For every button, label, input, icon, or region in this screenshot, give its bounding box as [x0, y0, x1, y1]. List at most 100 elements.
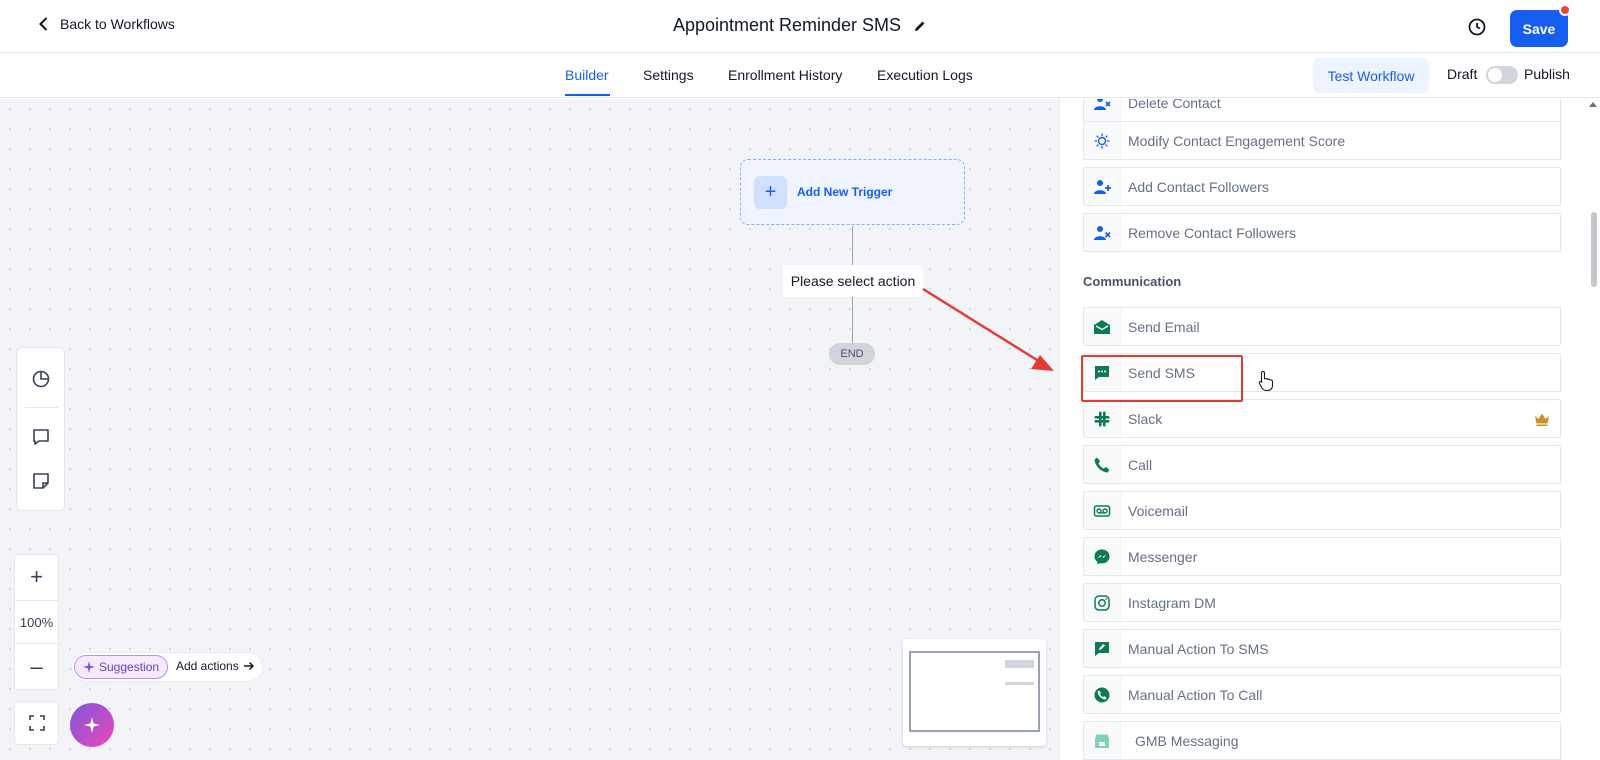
action-send-sms[interactable]: Send SMS [1083, 353, 1561, 392]
plus-icon: + [754, 175, 787, 209]
comment-icon[interactable] [30, 426, 52, 448]
sparkle-icon [83, 661, 95, 673]
zoom-in-button[interactable]: + [15, 555, 58, 599]
connector-line [852, 226, 853, 265]
connector-line [852, 297, 853, 343]
analytics-icon[interactable] [30, 368, 52, 390]
action-label: Slack [1128, 410, 1163, 427]
action-delete-contact[interactable]: Delete Contact [1083, 99, 1561, 122]
zoom-level: 100% [15, 600, 58, 644]
action-label: Messenger [1128, 548, 1198, 565]
action-label: Send SMS [1128, 364, 1195, 381]
add-actions-label: Add actions [176, 659, 239, 673]
gmb-icon [1084, 722, 1121, 759]
action-voicemail[interactable]: Voicemail [1083, 491, 1561, 530]
tab-settings[interactable]: Settings [643, 67, 694, 83]
suggestion-chip[interactable]: Suggestion [74, 655, 169, 679]
manual-call-icon [1084, 676, 1121, 713]
test-workflow-button[interactable]: Test Workflow [1313, 58, 1429, 93]
action-modify-engagement-score[interactable]: Modify Contact Engagement Score [1083, 121, 1561, 160]
action-manual-call[interactable]: Manual Action To Call [1083, 675, 1561, 714]
slack-icon [1084, 400, 1121, 437]
instagram-icon [1084, 584, 1121, 621]
phone-icon [1084, 446, 1121, 483]
toggle-knob [1488, 68, 1502, 82]
action-gmb-messaging[interactable]: GMB Messaging [1083, 721, 1561, 760]
sticky-note-icon[interactable] [30, 470, 52, 492]
history-icon[interactable] [1466, 16, 1488, 38]
messenger-icon [1084, 538, 1121, 575]
expand-icon [28, 715, 45, 731]
fit-view-button[interactable] [14, 701, 59, 745]
minimap[interactable] [903, 639, 1046, 746]
scroll-up-arrow-icon[interactable] [1589, 102, 1597, 107]
user-x-icon [1084, 99, 1121, 121]
select-action-node[interactable]: Please select action [783, 265, 923, 297]
sms-icon [1084, 354, 1121, 391]
action-send-email[interactable]: Send Email [1083, 307, 1561, 346]
publish-toggle[interactable] [1486, 66, 1518, 84]
magic-sparkle-icon [84, 717, 100, 733]
action-label: Instagram DM [1128, 594, 1216, 611]
suggestion-bar: Suggestion Add actions [72, 653, 262, 681]
publish-label: Publish [1524, 66, 1570, 82]
scrollbar-thumb[interactable] [1591, 212, 1597, 287]
action-remove-contact-followers[interactable]: Remove Contact Followers [1083, 213, 1561, 252]
active-tab-indicator [565, 94, 610, 96]
top-header: Back to Workflows Appointment Reminder S… [0, 0, 1600, 53]
action-label: GMB Messaging [1135, 732, 1239, 749]
user-remove-icon [1084, 214, 1121, 251]
zoom-controls: + 100% – [14, 554, 59, 690]
action-label: Delete Contact [1128, 99, 1221, 111]
tab-builder[interactable]: Builder [565, 67, 609, 83]
draft-label: Draft [1447, 66, 1478, 82]
arrow-right-icon [243, 661, 254, 671]
ai-assistant-button[interactable] [70, 703, 114, 747]
add-actions-link[interactable]: Add actions [176, 659, 255, 673]
tab-enrollment-history[interactable]: Enrollment History [728, 67, 842, 83]
tab-bar: Builder Settings Enrollment History Exec… [0, 53, 1600, 98]
back-to-workflows-link[interactable]: Back to Workflows [36, 16, 175, 32]
action-label: Voicemail [1128, 502, 1188, 519]
voicemail-icon [1084, 492, 1121, 529]
chevron-left-icon [39, 17, 48, 31]
minimap-node [1005, 682, 1034, 685]
workflow-canvas[interactable]: + Add New Trigger Please select action E… [0, 99, 1059, 760]
action-call[interactable]: Call [1083, 445, 1561, 484]
back-label: Back to Workflows [60, 16, 175, 32]
notification-dot [1559, 4, 1571, 16]
action-slack[interactable]: Slack [1083, 399, 1561, 438]
panel-scrollbar[interactable] [1586, 99, 1600, 760]
action-label: Add Contact Followers [1128, 178, 1269, 195]
action-add-contact-followers[interactable]: Add Contact Followers [1083, 167, 1561, 206]
manual-sms-icon [1084, 630, 1121, 667]
workflow-title: Appointment Reminder SMS [672, 15, 902, 35]
communication-section-title: Communication [1083, 274, 1182, 289]
canvas-toolbar [16, 347, 65, 511]
minimap-viewport [909, 651, 1040, 732]
zoom-out-button[interactable]: – [15, 645, 58, 689]
action-manual-sms[interactable]: Manual Action To SMS [1083, 629, 1561, 668]
mail-icon [1084, 308, 1121, 345]
action-label: Call [1128, 456, 1153, 473]
action-instagram-dm[interactable]: Instagram DM [1083, 583, 1561, 622]
tab-execution-logs[interactable]: Execution Logs [877, 67, 973, 83]
end-node: END [829, 343, 875, 365]
actions-panel: Delete Contact Modify Contact Engagement… [1059, 99, 1600, 760]
action-label: Manual Action To SMS [1128, 640, 1269, 657]
action-label: Manual Action To Call [1128, 686, 1263, 703]
minimap-node [1005, 660, 1034, 668]
action-label: Remove Contact Followers [1128, 224, 1297, 241]
engagement-icon [1084, 122, 1121, 159]
suggestion-label: Suggestion [99, 660, 160, 674]
action-label: Modify Contact Engagement Score [1128, 132, 1346, 149]
action-label: Send Email [1128, 318, 1200, 335]
save-button[interactable]: Save [1510, 10, 1568, 47]
action-messenger[interactable]: Messenger [1083, 537, 1561, 576]
add-trigger-node[interactable]: + Add New Trigger [740, 159, 965, 225]
user-plus-icon [1084, 168, 1121, 205]
trigger-label: Add New Trigger [797, 185, 893, 199]
pencil-icon[interactable] [913, 19, 927, 33]
toolbar-divider [25, 407, 58, 408]
crown-icon [1535, 413, 1549, 426]
